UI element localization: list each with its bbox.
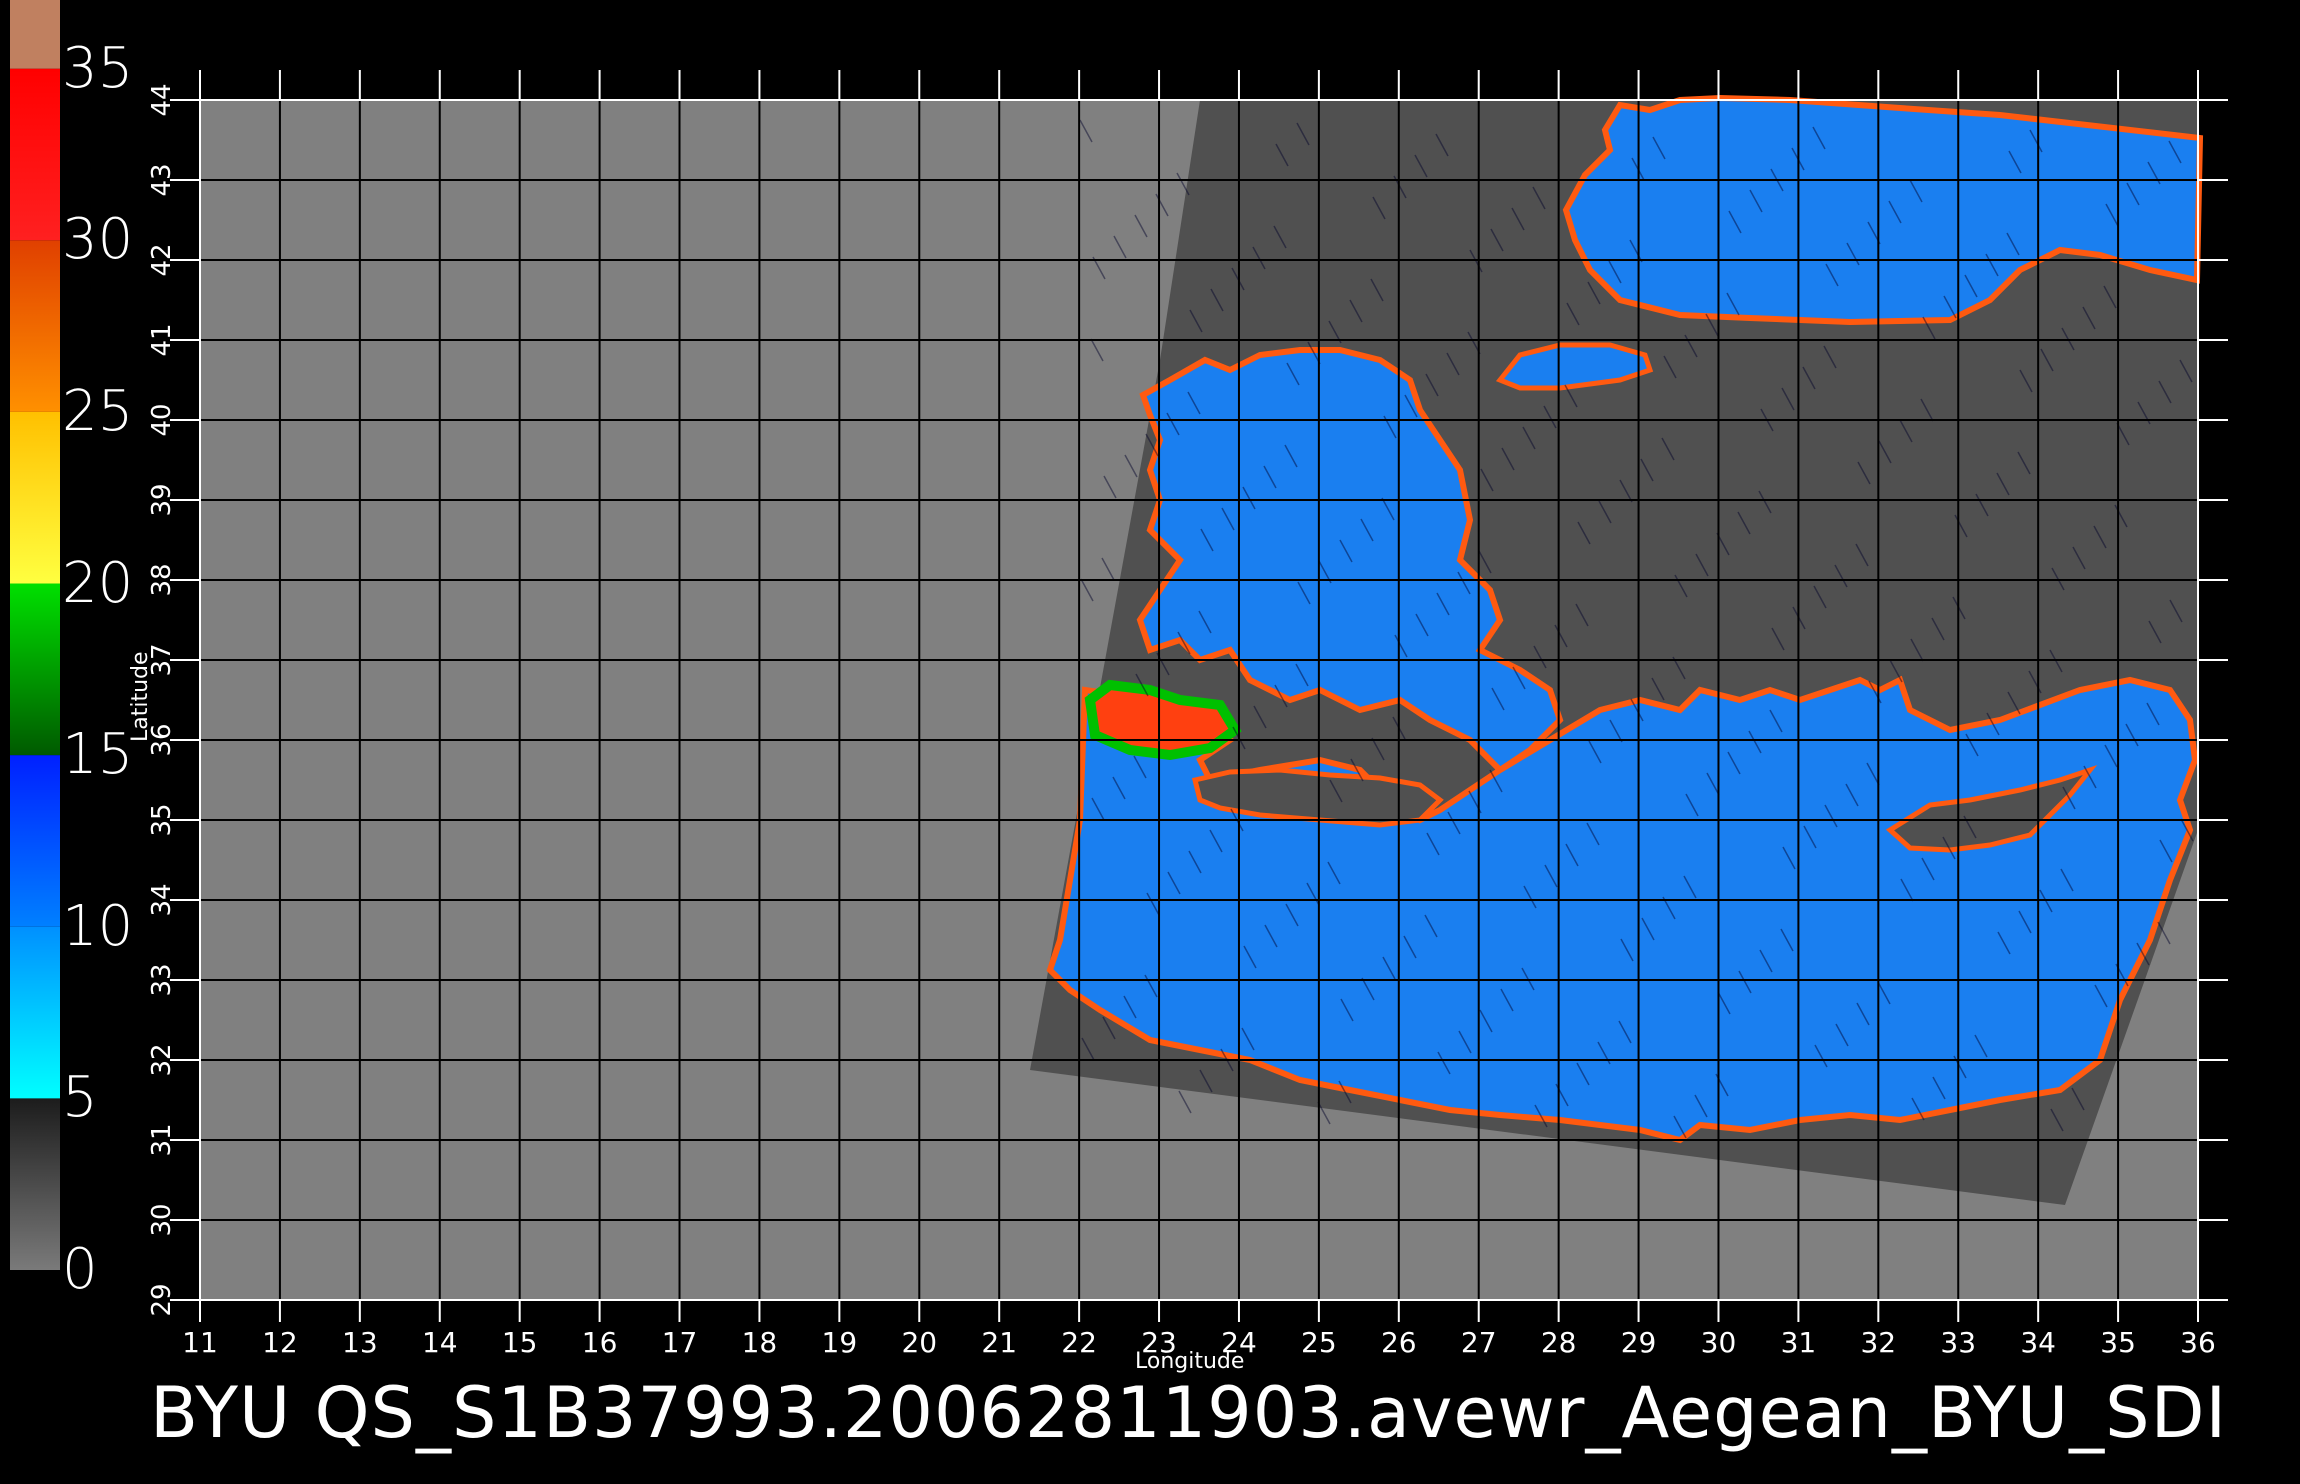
longitude-tick-label: 30 xyxy=(1701,1326,1737,1359)
longitude-tick-label: 22 xyxy=(1061,1326,1097,1359)
longitude-tick-label: 15 xyxy=(502,1326,538,1359)
longitude-tick-label: 31 xyxy=(1781,1326,1817,1359)
longitude-tick-label: 35 xyxy=(2100,1326,2136,1359)
longitude-tick-label: 16 xyxy=(582,1326,618,1359)
colorbar-label: 35 xyxy=(62,35,134,101)
colorbar-band xyxy=(10,240,60,412)
latitude-tick-label: 44 xyxy=(147,83,177,116)
longitude-tick-label: 12 xyxy=(262,1326,298,1359)
latitude-tick-label: 32 xyxy=(147,1043,177,1076)
longitude-tick-label: 17 xyxy=(662,1326,698,1359)
longitude-tick-label: 29 xyxy=(1621,1326,1657,1359)
colorbar-label: 5 xyxy=(62,1065,98,1131)
longitude-tick-label: 19 xyxy=(822,1326,858,1359)
longitude-tick-label: 14 xyxy=(422,1326,458,1359)
latitude-tick-label: 33 xyxy=(147,963,177,996)
colorbar-label: 25 xyxy=(62,378,134,444)
latitude-tick-label: 29 xyxy=(147,1283,177,1316)
longitude-tick-label: 36 xyxy=(2180,1326,2216,1359)
colorbar-label: 15 xyxy=(62,722,134,788)
x-axis-title: Longitude xyxy=(1135,1349,1245,1374)
latitude-tick-label: 41 xyxy=(147,323,177,356)
longitude-tick-label: 26 xyxy=(1381,1326,1417,1359)
colorbar-label: 10 xyxy=(62,893,134,959)
latitude-tick-label: 30 xyxy=(147,1203,177,1236)
colorbar-label: 0 xyxy=(62,1237,98,1302)
longitude-tick-label: 34 xyxy=(2020,1326,2056,1359)
latitude-tick-label: 35 xyxy=(147,803,177,836)
colorbar-band xyxy=(10,755,60,927)
latitude-tick-label: 38 xyxy=(147,563,177,596)
colorbar-band xyxy=(10,0,60,69)
longitude-tick-label: 21 xyxy=(981,1326,1017,1359)
longitude-tick-label: 25 xyxy=(1301,1326,1337,1359)
latitude-tick-label: 42 xyxy=(147,243,177,276)
longitude-tick-label: 27 xyxy=(1461,1326,1497,1359)
longitude-tick-label: 18 xyxy=(742,1326,778,1359)
colorbar-band xyxy=(10,68,60,241)
latitude-tick-label: 43 xyxy=(147,163,177,196)
latitude-tick-label: 39 xyxy=(147,483,177,516)
colorbar-band xyxy=(10,1098,60,1270)
colorbar-band xyxy=(10,926,60,1099)
colorbar xyxy=(10,0,60,1270)
longitude-tick-label: 13 xyxy=(342,1326,378,1359)
map-figure: 11 12 13 14 15 16 17 18 19 20 21 22 23 24 25 26 27 28 29 30… xyxy=(10,0,2228,1359)
image-caption: BYU QS_S1B37993.20062811903.avewr_Aegean… xyxy=(150,1372,2228,1454)
colorbar-band xyxy=(10,411,60,584)
longitude-tick-label: 20 xyxy=(901,1326,937,1359)
scatterometer-wind-map: 11 12 13 14 15 16 17 18 19 20 21 22 23 24 25 26 27 28 29 30… xyxy=(0,0,2300,1480)
colorbar-band xyxy=(10,583,60,756)
colorbar-label: 30 xyxy=(62,207,134,273)
latitude-tick-label: 34 xyxy=(147,883,177,916)
longitude-tick-label: 32 xyxy=(1860,1326,1896,1359)
latitude-tick-label: 31 xyxy=(147,1123,177,1156)
colorbar-label: 20 xyxy=(62,550,134,616)
longitude-tick-label: 11 xyxy=(182,1326,218,1359)
longitude-tick-label: 33 xyxy=(1940,1326,1976,1359)
latitude-tick-label: 40 xyxy=(147,403,177,436)
longitude-tick-label: 28 xyxy=(1541,1326,1577,1359)
y-axis-title: Latitude xyxy=(128,651,153,742)
